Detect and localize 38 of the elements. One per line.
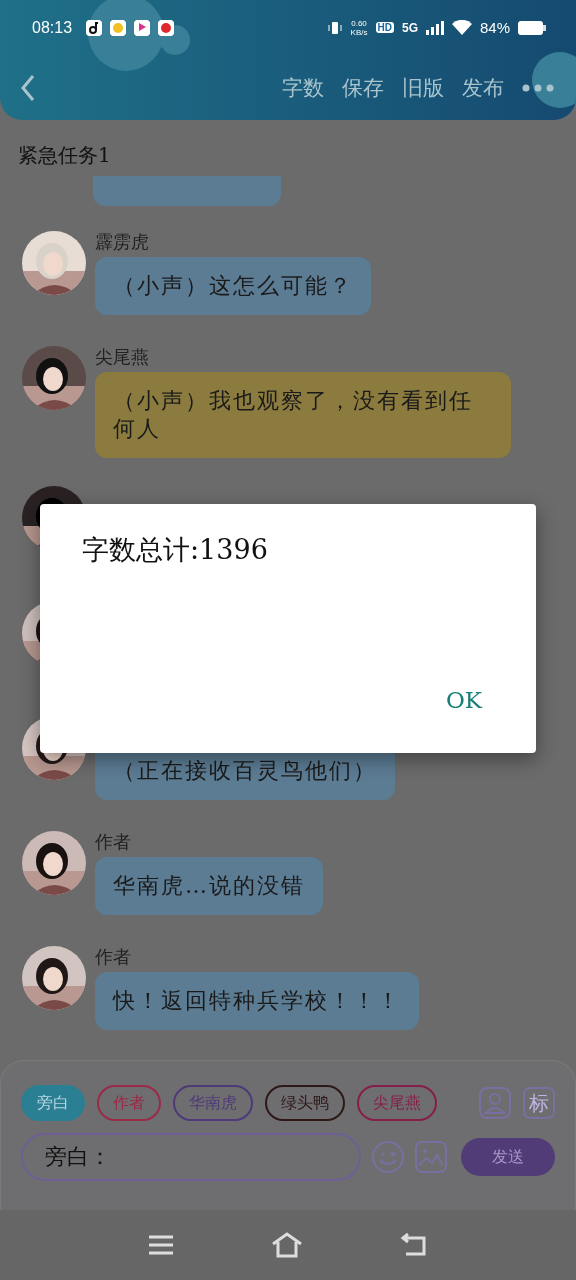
ok-button[interactable]: OK	[445, 687, 482, 713]
toolbar-action[interactable]: 旧版	[402, 73, 444, 102]
network-speed: 0.60 KB/s	[350, 18, 368, 37]
toolbar-action[interactable]: 保存	[342, 73, 384, 102]
message-bubble: 华南虎…说的没错	[95, 857, 323, 915]
dialog-message: 字数总计:1396	[82, 533, 268, 567]
tag-button[interactable]: 标	[523, 1087, 555, 1119]
sender-name: 霹雳虎	[95, 231, 149, 254]
message-input[interactable]: 旁白：	[21, 1133, 361, 1181]
menu-icon[interactable]	[148, 1234, 175, 1256]
home-icon[interactable]	[271, 1232, 303, 1258]
clock: 08:13	[32, 18, 73, 37]
toolbar-action[interactable]: 发布	[462, 73, 504, 102]
signal-icon	[425, 20, 444, 35]
toolbar-action[interactable]: 字数	[282, 73, 324, 102]
back-icon[interactable]	[20, 73, 36, 102]
battery-icon	[518, 20, 546, 35]
header-bubble	[532, 52, 576, 108]
sender-name: 作者	[95, 831, 131, 854]
sender-name: 作者	[95, 946, 131, 969]
role-chip[interactable]: 尖尾燕	[357, 1085, 437, 1121]
message-bubble: （小声）我也观察了，没有看到任何人	[95, 372, 511, 458]
music-note-icon	[86, 19, 103, 36]
role-chip[interactable]: 绿头鸭	[265, 1085, 345, 1121]
back-icon[interactable]	[399, 1233, 428, 1257]
sender-name: 尖尾燕	[95, 346, 149, 369]
role-chip[interactable]: 旁白	[21, 1085, 85, 1121]
message-bubble: 快！返回特种兵学校！！！	[95, 972, 419, 1030]
battery-level: 84%	[479, 19, 510, 36]
wifi-icon	[451, 20, 472, 35]
video-app-icon	[158, 19, 175, 36]
message-bubble: （小声）这怎么可能？	[95, 257, 371, 315]
send-button[interactable]: 发送	[461, 1138, 555, 1176]
chat-title: 紧急任务1	[17, 142, 112, 169]
more-icon[interactable]	[522, 83, 554, 92]
network-type: 5G	[401, 20, 418, 35]
vibrate-icon	[326, 19, 343, 36]
hd-badge: HD	[375, 22, 394, 33]
